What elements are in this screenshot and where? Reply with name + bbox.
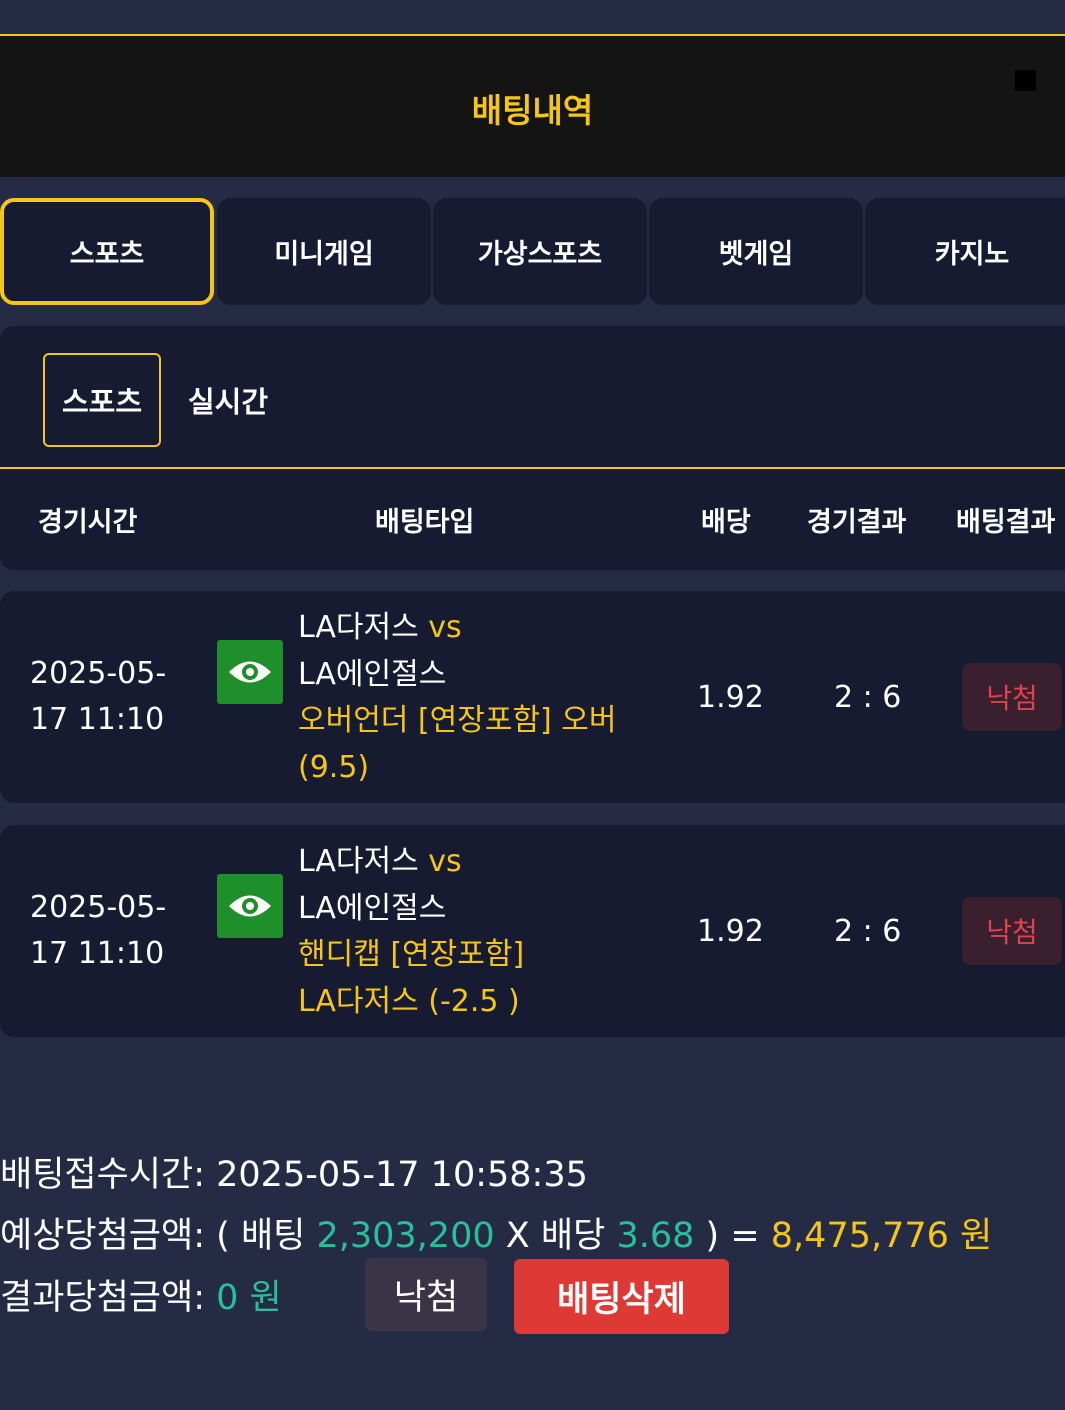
tab-betgame[interactable]: 벳게임 [649, 198, 863, 305]
bet-result-badge: 낙첨 [962, 663, 1062, 731]
game-score: 2 : 6 [834, 679, 902, 715]
subtab-live[interactable]: 실시간 [178, 353, 278, 447]
bet-pick: (9.5) [298, 749, 370, 785]
status-badge: 낙첨 [365, 1258, 487, 1331]
game-time: 2025-05- 17 11:10 [30, 651, 170, 743]
open-paren: ( [216, 1216, 230, 1256]
game-score: 2 : 6 [834, 913, 902, 949]
bet-market: 오버언더 [연장포함] 오버 [298, 703, 617, 738]
bet-amount-label: 배팅 [240, 1216, 306, 1256]
game-time: 2025-05- 17 11:10 [30, 885, 170, 977]
subtab-panel: 스포츠 실시간 [0, 326, 1065, 469]
equals-sign: = [730, 1216, 760, 1256]
bet-info: LA다저스 vs LA에인절스 핸디캡 [연장포함] LA다저스 (-2.5 ) [298, 839, 658, 1025]
page-title: 배팅내역 [471, 91, 594, 130]
result-winnings-label: 결과당첨금액: [0, 1278, 205, 1318]
close-icon[interactable] [1015, 70, 1036, 91]
table-row: 2025-05- 17 11:10 LA다저스 vs LA에인절스 핸디캡 [연… [0, 825, 1065, 1037]
away-team: LA에인절스 [298, 890, 447, 926]
game-clock: 17 11:10 [30, 936, 165, 971]
tab-virtual-sports[interactable]: 가상스포츠 [433, 198, 647, 305]
bet-market: 핸디캡 [연장포함] [298, 937, 525, 972]
expected-winnings-line: 예상당첨금액: ( 배팅 2,303,200 X 배당 3.68 ) = 8,4… [0, 1207, 992, 1258]
column-header-bet-type: 배팅타입 [375, 507, 475, 538]
bet-pick: LA다저스 (-2.5 ) [298, 983, 520, 1019]
receipt-time-value: 2025-05-17 10:58:35 [216, 1155, 588, 1195]
subtab-sports[interactable]: 스포츠 [43, 353, 161, 447]
table-header: 경기시간 배팅타입 배당 경기결과 배팅결과 [0, 469, 1065, 570]
receipt-time-line: 배팅접수시간: 2025-05-17 10:58:35 [0, 1146, 588, 1197]
bet-amount-value: 2,303,200 [316, 1216, 495, 1256]
eye-icon [229, 661, 271, 683]
total-odds-value: 3.68 [616, 1216, 695, 1256]
view-detail-button[interactable] [217, 874, 283, 938]
category-tabs: 스포츠 미니게임 가상스포츠 벳게임 카지노 [0, 198, 1065, 305]
tab-minigame[interactable]: 미니게임 [217, 198, 431, 305]
vs-label: vs [428, 844, 462, 879]
odds-value: 1.92 [697, 679, 764, 715]
home-team: LA다저스 [298, 844, 419, 879]
expected-winnings-value: 8,475,776 원 [770, 1216, 993, 1256]
total-odds-label: 배당 [540, 1216, 606, 1256]
game-date: 2025-05- [30, 890, 167, 925]
column-header-odds: 배당 [701, 507, 751, 538]
multiply-sign: X [505, 1216, 530, 1256]
tab-sports[interactable]: 스포츠 [0, 198, 214, 305]
receipt-time-label: 배팅접수시간: [0, 1155, 205, 1195]
close-paren: ) [705, 1216, 720, 1256]
column-header-game-result: 경기결과 [807, 507, 907, 538]
eye-icon [229, 895, 271, 917]
result-winnings-value: 0 원 [216, 1278, 282, 1318]
delete-bet-button[interactable]: 배팅삭제 [514, 1259, 729, 1334]
odds-value: 1.92 [697, 913, 764, 949]
page-header: 배팅내역 [0, 34, 1065, 177]
game-clock: 17 11:10 [30, 702, 165, 737]
result-winnings-line: 결과당첨금액: 0 원 [0, 1269, 282, 1320]
bet-result-badge: 낙첨 [962, 897, 1062, 965]
expected-winnings-label: 예상당첨금액: [0, 1216, 205, 1256]
game-date: 2025-05- [30, 656, 167, 691]
bet-info: LA다저스 vs LA에인절스 오버언더 [연장포함] 오버 (9.5) [298, 605, 658, 791]
column-header-bet-result: 배팅결과 [956, 507, 1056, 538]
away-team: LA에인절스 [298, 656, 447, 692]
vs-label: vs [428, 610, 462, 645]
table-row: 2025-05- 17 11:10 LA다저스 vs LA에인절스 오버언더 [… [0, 591, 1065, 803]
column-header-time: 경기시간 [38, 507, 138, 538]
tab-casino[interactable]: 카지노 [865, 198, 1065, 305]
home-team: LA다저스 [298, 610, 419, 645]
view-detail-button[interactable] [217, 640, 283, 704]
